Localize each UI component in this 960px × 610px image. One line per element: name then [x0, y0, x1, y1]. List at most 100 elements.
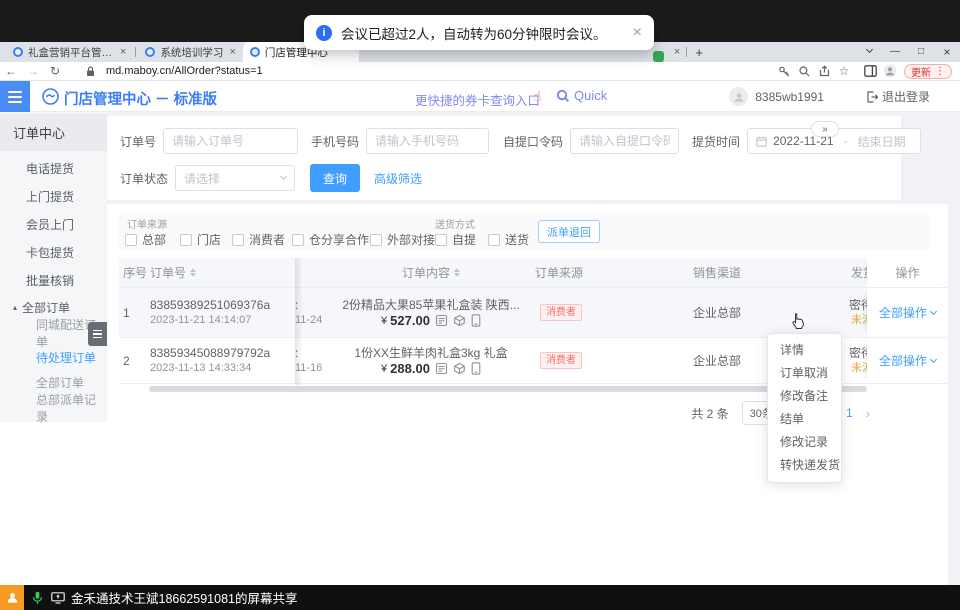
sidebar-item-pending-orders[interactable]: 待处理订单 — [0, 345, 107, 370]
checkbox-icon — [488, 234, 500, 246]
menu-item-details[interactable]: 详情 — [768, 339, 841, 362]
search-button[interactable]: 查询 — [310, 164, 360, 192]
tab-title: 礼盒营销平台管理中心 — [28, 45, 114, 60]
cell-index: 2 — [119, 338, 150, 383]
menu-item-express-ship[interactable]: 转快递发货 — [768, 454, 841, 477]
order-no-input[interactable] — [163, 128, 298, 154]
window-controls: — □ × — [856, 42, 960, 62]
sidebar-item-member-visit[interactable]: 会员上门 — [0, 210, 107, 238]
checkbox-external[interactable]: 外部对接 — [370, 231, 435, 248]
coupon-query-link[interactable]: 更快捷的券卡查询入口 — [415, 90, 540, 109]
drawer-handle[interactable] — [88, 322, 107, 346]
actions-dropdown-menu: 详情 订单取消 修改备注 结单 修改记录 转快递发货 — [767, 333, 842, 483]
close-window-button[interactable]: × — [934, 42, 960, 62]
header-action: 操作 — [867, 258, 948, 287]
header-content[interactable]: 订单内容 — [333, 258, 529, 287]
browser-tab-2[interactable]: 系统培训学习 × — [138, 42, 242, 62]
phone-icon — [471, 314, 481, 327]
hamburger-menu-button[interactable] — [0, 81, 30, 112]
checkbox-warehouse-share[interactable]: 仓分享合作 — [292, 231, 369, 248]
bookmark-star-icon[interactable]: ☆ — [834, 63, 854, 79]
current-page[interactable]: 1 — [846, 406, 853, 420]
chevron-down-icon — [930, 307, 937, 314]
screen-share-bar: 金禾通技术王斌18662591081的屏幕共享 — [0, 585, 960, 610]
checkbox-delivery[interactable]: 送货 — [488, 231, 529, 248]
sidebar-item-phone-pickup[interactable]: 电话提货 — [0, 154, 107, 182]
toast-close-icon[interactable]: × — [633, 25, 642, 41]
logout-icon — [866, 91, 878, 103]
menu-item-cancel-order[interactable]: 订单取消 — [768, 362, 841, 385]
all-actions-link[interactable]: 全部操作 — [867, 304, 948, 321]
profile-avatar-icon[interactable] — [880, 63, 900, 79]
restore-button[interactable]: □ — [908, 42, 934, 62]
collapse-panel-button[interactable]: » — [811, 121, 839, 137]
reload-icon[interactable]: ↻ — [44, 64, 66, 78]
share-icon[interactable] — [814, 63, 834, 79]
app-logo-icon — [42, 88, 59, 110]
order-status-select[interactable]: 请选择 — [175, 165, 295, 191]
forward-icon[interactable]: → — [22, 64, 44, 78]
user-avatar[interactable] — [729, 87, 748, 106]
tab-close-icon[interactable]: × — [674, 46, 680, 58]
password-key-icon[interactable] — [774, 63, 794, 79]
browser-tab-partial[interactable]: × — [664, 42, 684, 62]
participant-icon — [0, 585, 24, 610]
sidebar-item-batch-verify[interactable]: 批量核销 — [0, 266, 107, 294]
back-icon[interactable]: ← — [0, 64, 22, 78]
tab-search-icon[interactable] — [856, 42, 882, 62]
screen: 礼盒营销平台管理中心 × 系统培训学习 × 门店管理中心 × + — □ × ←… — [0, 0, 960, 610]
header-order-no[interactable]: 订单号 — [150, 258, 295, 287]
menu-item-edit-history[interactable]: 修改记录 — [768, 431, 841, 454]
header-index: 序号 — [119, 258, 150, 287]
next-page-button[interactable]: › — [866, 406, 870, 421]
checkbox-self-pickup[interactable]: 自提 — [435, 231, 476, 248]
tab-close-icon[interactable]: × — [120, 46, 126, 58]
scrollbar-thumb[interactable] — [149, 386, 867, 392]
side-panel-icon[interactable] — [860, 63, 880, 79]
quick-search-link[interactable]: Quick — [556, 88, 607, 103]
advanced-filter-link[interactable]: 高级筛选 — [374, 170, 422, 187]
menu-item-edit-remark[interactable]: 修改备注 — [768, 385, 841, 408]
checkbox-hq[interactable]: 总部 — [125, 231, 166, 248]
zoom-icon[interactable] — [794, 63, 814, 79]
checkbox-icon — [180, 234, 192, 246]
tab-separator — [135, 47, 136, 57]
tab-favicon — [250, 47, 260, 57]
phone-input[interactable] — [366, 128, 489, 154]
pickup-code-input[interactable] — [570, 128, 679, 154]
menu-item-close-order[interactable]: 结单 — [768, 408, 841, 431]
tab-close-icon[interactable]: × — [229, 46, 235, 58]
browser-menu-icon[interactable]: ⋮ — [935, 66, 945, 77]
cell-channel: 企业总部 — [621, 288, 813, 337]
checkbox-icon — [125, 234, 137, 246]
dispatch-return-button[interactable]: 派单退回 — [538, 220, 600, 243]
content-area: 订单中心 电话提货 上门提货 会员上门 卡包提货 批量核销 ▴ 全部订单 同城配… — [0, 112, 960, 585]
checkbox-store[interactable]: 门店 — [180, 231, 221, 248]
end-date-placeholder[interactable]: 结束日期 — [858, 133, 906, 150]
pickup-code-label: 自提口令码 — [503, 133, 563, 150]
browser-tab-1[interactable]: 礼盒营销平台管理中心 × — [6, 42, 133, 62]
sidebar: 订单中心 电话提货 上门提货 会员上门 卡包提货 批量核销 ▴ 全部订单 同城配… — [0, 112, 107, 585]
sidebar-section-order-center: 订单中心 — [0, 114, 107, 151]
sidebar-item-hq-dispatch-log[interactable]: 总部派单记录 — [0, 395, 107, 420]
logout-button[interactable]: 退出登录 — [866, 88, 930, 105]
sidebar-item-door-pickup[interactable]: 上门提货 — [0, 182, 107, 210]
browser-update-button[interactable]: 更新 ⋮ — [904, 64, 952, 79]
checkbox-consumer[interactable]: 消费者 — [232, 231, 285, 248]
url-text[interactable]: md.maboy.cn/AllOrder?status=1 — [106, 65, 263, 77]
filter-panel: 订单号 手机号码 自提口令码 提货时间 2022-11-21 - 结束日期 订单… — [107, 116, 901, 200]
chevron-down-icon — [280, 173, 287, 180]
new-tab-button[interactable]: + — [695, 45, 703, 60]
toast-message: 会议已超过2人，自动转为60分钟限时会议。 — [341, 23, 607, 43]
lock-icon[interactable] — [80, 63, 100, 79]
tab-favicon — [13, 47, 23, 57]
calendar-icon — [756, 136, 767, 147]
page-title: 门店管理中心 － 标准版 — [64, 88, 217, 109]
sidebar-item-card-pickup[interactable]: 卡包提货 — [0, 238, 107, 266]
sort-icons — [454, 268, 460, 277]
phone-icon — [471, 362, 481, 375]
cell-clipped-date: : 11-16 — [295, 338, 333, 383]
minimize-button[interactable]: — — [882, 42, 908, 62]
all-actions-link[interactable]: 全部操作 — [867, 352, 948, 369]
table-header-row: 序号 订单号 订单内容 订单来源 销售渠道 发货 操作 — [119, 258, 948, 288]
